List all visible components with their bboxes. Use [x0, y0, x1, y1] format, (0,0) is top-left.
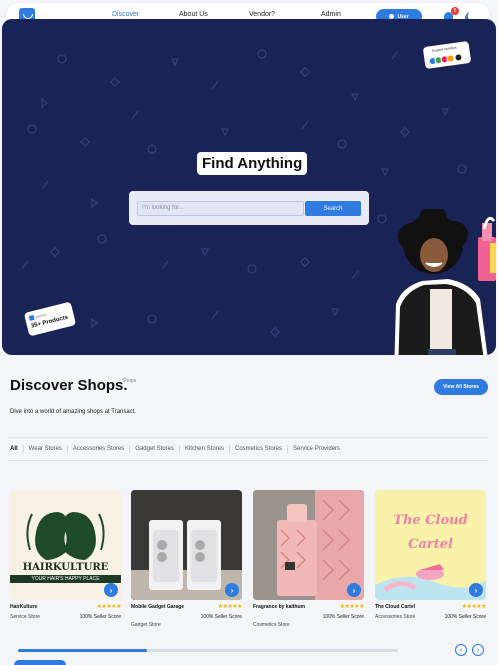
nav-discover[interactable]: Discover [112, 11, 139, 18]
shop-name[interactable]: The Cloud Cartel [375, 604, 435, 610]
tab-cosmetics-stores[interactable]: Cosmetics Stores [229, 445, 287, 453]
hero-title: Find Anything [197, 152, 308, 175]
shop-type: Cosmetics Store [253, 622, 290, 628]
carousel-progress-fill [18, 649, 148, 652]
shop-type: Service Store [10, 614, 41, 620]
carousel-prev-button[interactable]: ‹ [455, 644, 467, 656]
shop-image: The Cloud Cartel › [375, 490, 486, 600]
shop-rating-stars: ★★★★★ [217, 604, 243, 610]
tab-wear-stores[interactable]: Wear Stores [22, 445, 67, 453]
carousel-progress-bar[interactable] [18, 649, 398, 652]
shop-image: HAIRKULTURE YOUR HAIR'S HAPPY PLACE › [10, 490, 121, 600]
tab-service-providers[interactable]: Service Providers [287, 445, 345, 453]
shop-type: Accessories Store [375, 614, 416, 620]
discover-title: Discover Shops. [10, 377, 128, 394]
hero-banner: Trusted Vendors Find Anything I'm lookin… [2, 19, 496, 355]
products-card-caption: Verified [34, 312, 48, 320]
shop-name[interactable]: HairKulture [10, 604, 70, 610]
bottom-button[interactable] [14, 660, 66, 665]
trusted-vendors-label: Trusted Vendors [431, 45, 457, 54]
seller-score: 100% Seller Score [444, 614, 486, 620]
hero-shopper-image [394, 209, 496, 355]
shop-card[interactable]: HAIRKULTURE YOUR HAIR'S HAPPY PLACE › Ha… [10, 490, 122, 620]
notification-badge: 5 [451, 7, 459, 15]
discover-subtitle: Dive into a world of amazing shops at Tr… [10, 409, 137, 415]
store-category-tabs: All Wear Stores Accessories Stores Gadge… [8, 437, 488, 461]
shop-card[interactable]: › Fragrance by kaithum ★★★★★ 100% Seller… [253, 490, 365, 628]
shop-rating-stars: ★★★★★ [96, 604, 122, 610]
tab-gadget-stores[interactable]: Gadget Stores [129, 445, 179, 453]
hairkulture-logo-text: HAIRKULTURE [22, 562, 109, 573]
tab-kitchen-stores[interactable]: Kitchen Stores [178, 445, 229, 453]
shop-card[interactable]: The Cloud Cartel › The Cloud Cartel ★★★★… [375, 490, 487, 620]
shop-rating-stars: ★★★★★ [339, 604, 365, 610]
search-button[interactable]: Search [305, 201, 361, 216]
search-bar: I'm looking for... Search [129, 191, 369, 225]
shop-card[interactable]: › Mobile Gadget Garage ★★★★★ 100% Seller… [131, 490, 243, 628]
hairkulture-logo [26, 512, 105, 560]
perfume-image [253, 490, 364, 600]
shop-name[interactable]: Mobile Gadget Garage [131, 604, 191, 610]
arrow-right-icon[interactable]: › [469, 583, 483, 597]
search-input[interactable]: I'm looking for... [137, 201, 304, 216]
seller-score: 100% Seller Score [322, 614, 364, 620]
shop-name[interactable]: Fragrance by kaithum [253, 604, 313, 610]
tab-accessories-stores[interactable]: Accessories Stores [66, 445, 129, 453]
hairkulture-logo-tagline: YOUR HAIR'S HAPPY PLACE [10, 575, 121, 583]
cloud-cartel-logo-line2: Cartel [408, 537, 453, 552]
shops-tag: Shops [122, 378, 137, 384]
carousel-next-button[interactable]: › [472, 644, 484, 656]
nav-vendor[interactable]: Vendor? [249, 11, 275, 18]
tab-all[interactable]: All [8, 445, 23, 453]
shop-image: › [131, 490, 242, 600]
cloud-cartel-logo-line1: The Cloud [393, 513, 468, 528]
shop-image: › [253, 490, 364, 600]
nav-about-us[interactable]: About Us [179, 11, 208, 18]
arrow-right-icon[interactable]: › [104, 583, 118, 597]
vendor-avatar [453, 52, 463, 62]
seller-score: 100% Seller Score [200, 614, 242, 620]
arrow-right-icon[interactable]: › [225, 583, 239, 597]
view-all-stores-button[interactable]: View All Stores [434, 379, 488, 395]
nav-admin[interactable]: Admin [321, 11, 341, 18]
shop-type: Gadget Store [131, 622, 161, 628]
shop-rating-stars: ★★★★★ [461, 604, 487, 610]
iphone-boxes-image [131, 490, 242, 600]
arrow-right-icon[interactable]: › [347, 583, 361, 597]
seller-score: 100% Seller Score [79, 614, 121, 620]
